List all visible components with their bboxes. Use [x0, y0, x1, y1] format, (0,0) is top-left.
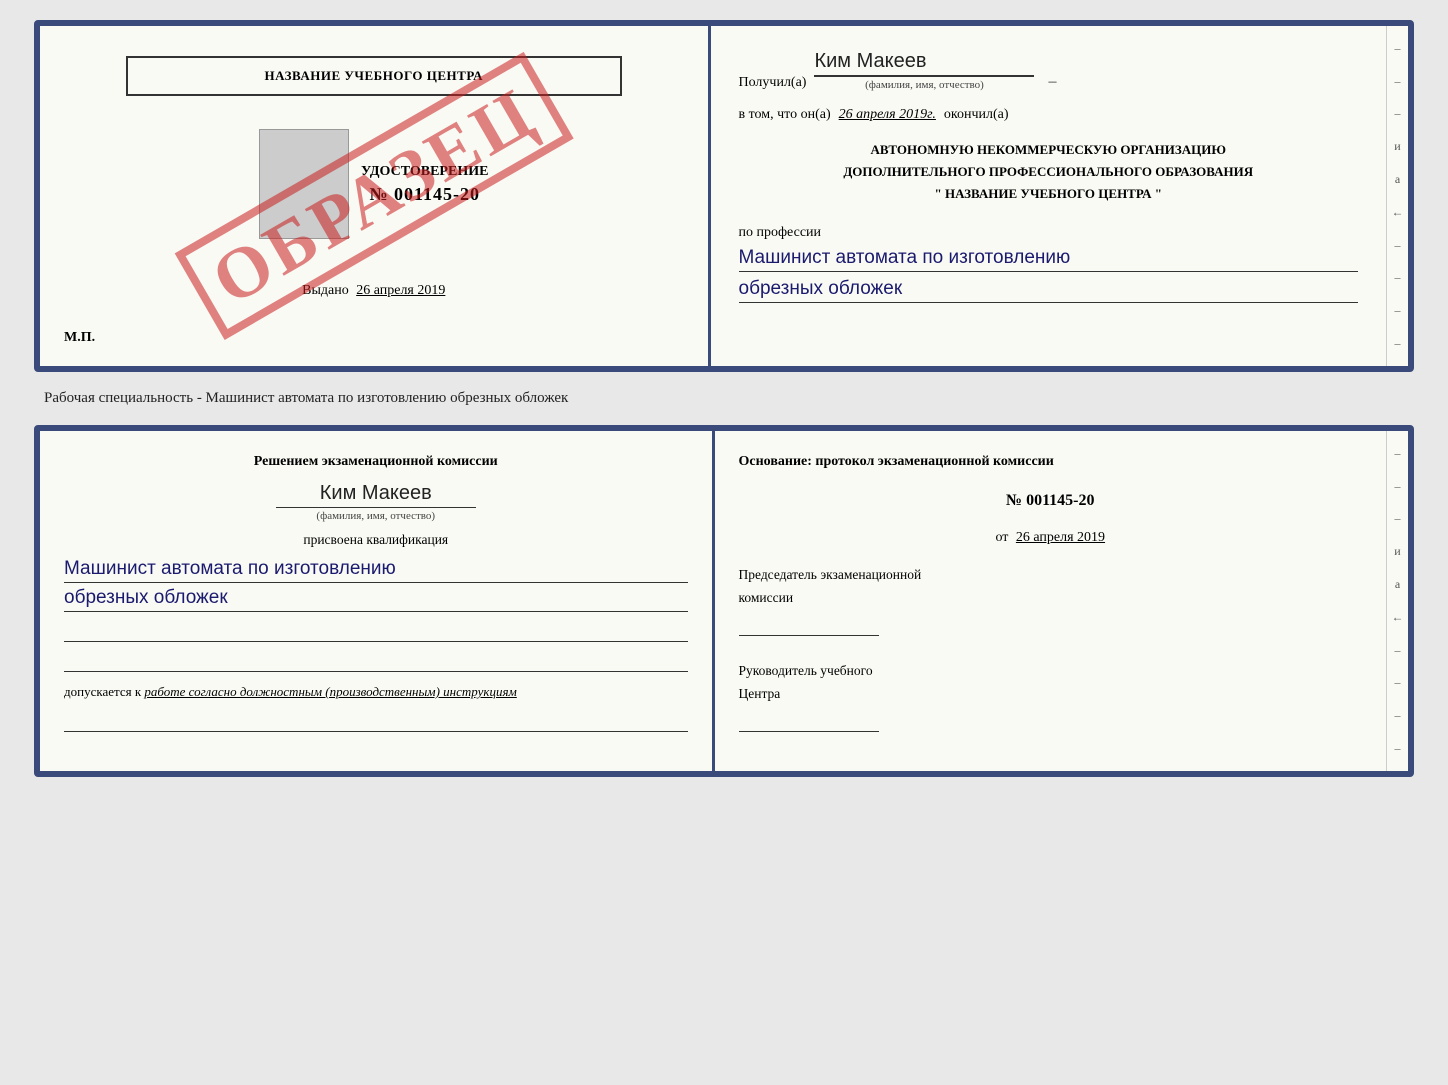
org-line2: ДОПОЛНИТЕЛЬНОГО ПРОФЕССИОНАЛЬНОГО ОБРАЗО… — [739, 161, 1359, 183]
org-block: АВТОНОМНУЮ НЕКОММЕРЧЕСКУЮ ОРГАНИЗАЦИЮ ДО… — [739, 139, 1359, 205]
school-title: НАЗВАНИЕ УЧЕБНОГО ЦЕНТРА — [126, 56, 622, 96]
deco-5: а — [1395, 172, 1400, 187]
bdeco-10: – — [1395, 741, 1401, 756]
director-sign-line — [739, 712, 879, 732]
issued-prefix: Выдано — [302, 283, 349, 298]
bdeco-8: – — [1395, 675, 1401, 690]
director-label-2: Центра — [739, 685, 1363, 704]
received-name: Ким Макеев — [814, 50, 1034, 76]
deco-1: – — [1395, 41, 1401, 56]
date-suffix: окончил(а) — [944, 107, 1009, 123]
document-container: НАЗВАНИЕ УЧЕБНОГО ЦЕНТРА УДОСТОВЕРЕНИЕ №… — [34, 20, 1414, 777]
top-card-right: Получил(а) Ким Макеев (фамилия, имя, отч… — [711, 26, 1387, 366]
profession-label: по профессии — [739, 225, 1359, 241]
director-label-1: Руководитель учебного — [739, 662, 1363, 681]
top-card-inner: НАЗВАНИЕ УЧЕБНОГО ЦЕНТРА УДОСТОВЕРЕНИЕ №… — [40, 26, 1408, 366]
profession-hw-1: Машинист автомата по изготовлению — [739, 247, 1359, 272]
deco-col-top: – – – и а ← – – – – — [1386, 26, 1408, 366]
issued-date-value: 26 апреля 2019 — [356, 283, 445, 298]
received-label: Получил(а) — [739, 75, 807, 91]
org-line3: " НАЗВАНИЕ УЧЕБНОГО ЦЕНТРА " — [739, 183, 1359, 205]
allowed-prefix: допускается к — [64, 684, 141, 699]
date-row: в том, что он(а) 26 апреля 2019г. окончи… — [739, 107, 1359, 123]
top-card-main: НАЗВАНИЕ УЧЕБНОГО ЦЕНТРА УДОСТОВЕРЕНИЕ №… — [40, 26, 1386, 366]
deco-4: и — [1394, 139, 1400, 154]
director-block: Руководитель учебного Центра — [739, 662, 1363, 732]
cert-number: № 001145-20 — [369, 184, 480, 205]
date-value: 26 апреля 2019г. — [839, 107, 936, 123]
chairman-label-2: комиссии — [739, 589, 1363, 608]
bdeco-6: ← — [1392, 610, 1404, 625]
blank-line-2 — [64, 652, 688, 672]
protocol-date-prefix: от — [995, 530, 1008, 545]
bottom-fio-label: (фамилия, имя, отчество) — [276, 507, 476, 522]
basis-title: Основание: протокол экзаменационной коми… — [739, 451, 1363, 472]
cert-label: УДОСТОВЕРЕНИЕ — [361, 164, 488, 180]
protocol-number: № 001145-20 — [739, 492, 1363, 510]
bdeco-2: – — [1395, 479, 1401, 494]
deco-3: – — [1395, 106, 1401, 121]
mp-label: М.П. — [64, 330, 95, 346]
received-row: Получил(а) Ким Макеев (фамилия, имя, отч… — [739, 50, 1359, 91]
deco-10: – — [1395, 336, 1401, 351]
org-line1: АВТОНОМНУЮ НЕКОММЕРЧЕСКУЮ ОРГАНИЗАЦИЮ — [739, 139, 1359, 161]
chairman-label-1: Председатель экзаменационной — [739, 566, 1363, 585]
blank-line-3 — [64, 712, 688, 732]
qualification-hw-1: Машинист автомата по изготовлению — [64, 558, 688, 583]
deco-col-bottom: – – – и а ← – – – – — [1386, 431, 1408, 771]
deco-2: – — [1395, 74, 1401, 89]
date-prefix: в том, что он(а) — [739, 107, 831, 123]
bdeco-1: – — [1395, 446, 1401, 461]
deco-7: – — [1395, 238, 1401, 253]
deco-8: – — [1395, 270, 1401, 285]
chairman-sign-line — [739, 616, 879, 636]
protocol-date-value: 26 апреля 2019 — [1016, 530, 1105, 545]
protocol-date: от 26 апреля 2019 — [739, 530, 1363, 546]
bdeco-3: – — [1395, 511, 1401, 526]
bdeco-4: и — [1394, 544, 1400, 559]
bdeco-5: а — [1395, 577, 1400, 592]
top-card: НАЗВАНИЕ УЧЕБНОГО ЦЕНТРА УДОСТОВЕРЕНИЕ №… — [34, 20, 1414, 372]
fio-label-top: (фамилия, имя, отчество) — [814, 76, 1034, 91]
qualification-label: присвоена квалификация — [64, 532, 688, 548]
bottom-card-main: Решением экзаменационной комиссии Ким Ма… — [40, 431, 1386, 771]
bottom-card-left: Решением экзаменационной комиссии Ким Ма… — [40, 431, 712, 771]
commission-title: Решением экзаменационной комиссии — [64, 451, 688, 472]
profession-block: по профессии Машинист автомата по изгото… — [739, 221, 1359, 303]
bottom-card: Решением экзаменационной комиссии Ким Ма… — [34, 425, 1414, 777]
allowed-text: допускается к работе согласно должностны… — [64, 682, 688, 702]
qualification-hw-2: обрезных обложек — [64, 587, 688, 612]
top-card-left: НАЗВАНИЕ УЧЕБНОГО ЦЕНТРА УДОСТОВЕРЕНИЕ №… — [40, 26, 708, 366]
caption-text: Рабочая специальность - Машинист автомат… — [34, 390, 568, 407]
qualification-block: Машинист автомата по изготовлению обрезн… — [64, 558, 688, 612]
bdeco-9: – — [1395, 708, 1401, 723]
bottom-card-right: Основание: протокол экзаменационной коми… — [715, 431, 1387, 771]
deco-6: ← — [1392, 205, 1404, 220]
blank-line-1 — [64, 622, 688, 642]
profession-hw-2: обрезных обложек — [739, 278, 1359, 303]
issued-date: Выдано 26 апреля 2019 — [302, 283, 445, 299]
chairman-block: Председатель экзаменационной комиссии — [739, 566, 1363, 636]
bottom-card-inner: Решением экзаменационной комиссии Ким Ма… — [40, 431, 1408, 771]
deco-9: – — [1395, 303, 1401, 318]
bottom-name-block: Ким Макеев (фамилия, имя, отчество) — [64, 482, 688, 522]
bottom-person-name: Ким Макеев — [320, 482, 432, 505]
allowed-italic: работе согласно должностным (производств… — [144, 684, 516, 699]
bdeco-7: – — [1395, 643, 1401, 658]
cert-photo — [259, 129, 349, 239]
